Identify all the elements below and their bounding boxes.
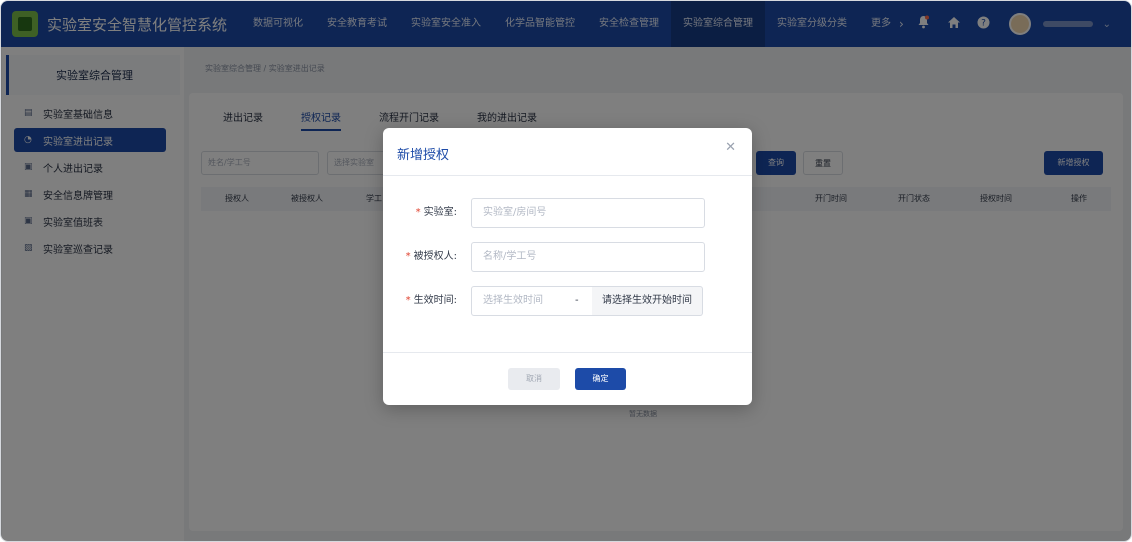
effective-time-label-text: 生效时间: — [413, 295, 457, 306]
app-window: 实验室安全智慧化管控系统 数据可视化 安全教育考试 实验室安全准入 化学品智能管… — [0, 0, 1132, 542]
dialog-footer-divider — [383, 352, 752, 353]
dialog-title: 新增授权 — [397, 148, 450, 163]
add-authorization-dialog: 新增授权 ✕ * 实验室: 实验室/房间号 * 被授权人: 名称/学工号 * 生效时间… — [383, 128, 752, 405]
authorized-person-input[interactable]: 名称/学工号 — [471, 242, 705, 272]
lab-field-label: * 实验室: — [416, 198, 457, 228]
date-range-separator: - — [575, 295, 579, 306]
authorized-person-label-text: 被授权人: — [413, 251, 457, 262]
lab-input[interactable]: 实验室/房间号 — [471, 198, 705, 228]
close-icon[interactable]: ✕ — [725, 140, 736, 155]
effective-start-time-hint[interactable]: 请选择生效开始时间 — [592, 286, 703, 316]
form-row-lab: * 实验室: 实验室/房间号 — [383, 198, 752, 228]
dialog-header-divider — [383, 175, 752, 176]
confirm-button[interactable]: 确定 — [575, 368, 626, 390]
lab-label-text: 实验室: — [423, 207, 457, 218]
required-marker: * — [405, 251, 411, 262]
form-row-authorized-person: * 被授权人: 名称/学工号 — [383, 242, 752, 272]
authorized-person-field-label: * 被授权人: — [406, 242, 457, 272]
required-marker: * — [415, 207, 421, 218]
cancel-button[interactable]: 取消 — [508, 368, 560, 390]
form-row-effective-time: * 生效时间: 选择生效时间 - 请选择生效开始时间 — [383, 286, 752, 316]
effective-time-field-label: * 生效时间: — [406, 286, 457, 316]
effective-time-picker: 选择生效时间 - 请选择生效开始时间 — [471, 286, 703, 316]
required-marker: * — [405, 295, 411, 306]
